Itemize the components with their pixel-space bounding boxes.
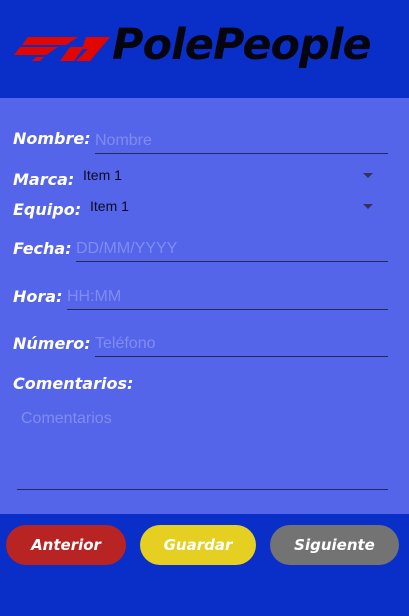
app-header: PolePeople (0, 0, 409, 98)
nombre-label: Nombre: (13, 129, 91, 148)
fecha-placeholder: DD/MM/YYYY (76, 240, 178, 257)
comentarios-placeholder: Comentarios (21, 410, 112, 427)
hora-input[interactable]: HH:MM (67, 284, 388, 310)
nombre-placeholder: Nombre (95, 132, 152, 149)
fecha-input[interactable]: DD/MM/YYYY (76, 236, 388, 262)
numero-input[interactable]: Teléfono (95, 331, 388, 357)
comentarios-textarea[interactable]: Comentarios (17, 400, 388, 490)
anterior-button[interactable]: Anterior (6, 525, 126, 565)
marca-select[interactable]: Item 1 (83, 165, 373, 187)
equipo-select[interactable]: Item 1 (90, 196, 373, 218)
nombre-input[interactable]: Nombre (95, 128, 388, 154)
marca-selected-value: Item 1 (83, 167, 122, 183)
numero-placeholder: Teléfono (95, 335, 156, 352)
brand-name: PolePeople (112, 20, 372, 70)
fecha-label: Fecha: (13, 239, 72, 258)
siguiente-button[interactable]: Siguiente (270, 525, 399, 565)
marca-label: Marca: (13, 170, 75, 189)
hora-label: Hora: (13, 287, 63, 306)
comentarios-label: Comentarios: (13, 374, 134, 393)
equipo-label: Equipo: (13, 200, 82, 219)
guardar-button[interactable]: Guardar (140, 525, 256, 565)
f1-logo-icon (14, 37, 110, 61)
equipo-selected-value: Item 1 (90, 198, 129, 214)
numero-label: Número: (13, 334, 91, 353)
dropdown-caret-icon (363, 204, 373, 209)
hora-placeholder: HH:MM (67, 288, 122, 305)
dropdown-caret-icon (363, 173, 373, 178)
